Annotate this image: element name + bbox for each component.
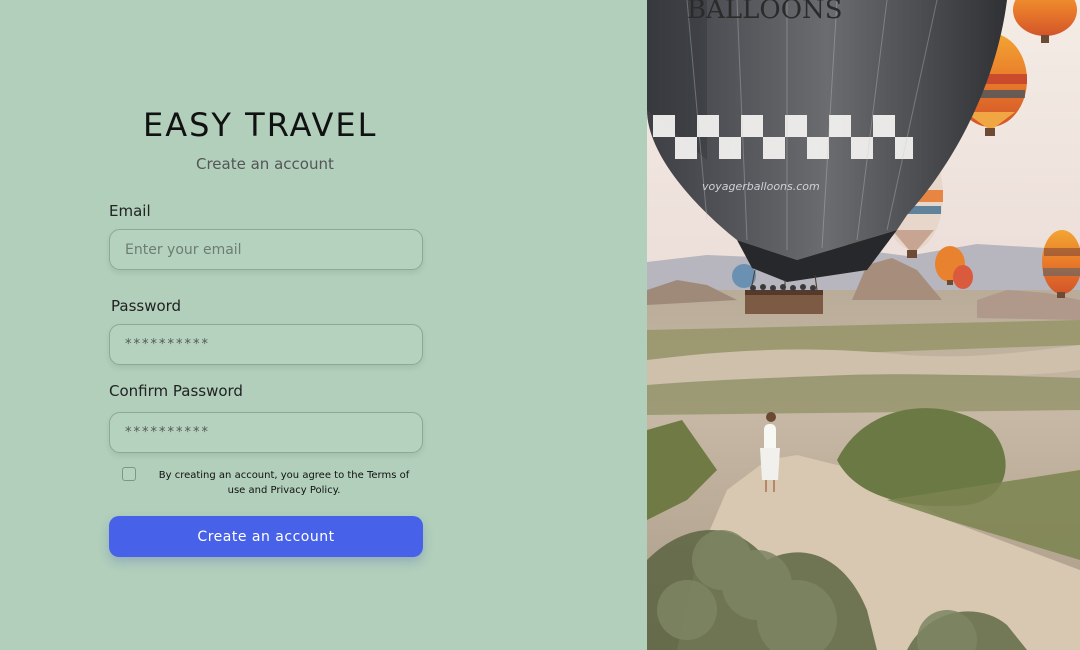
terms-checkbox[interactable] xyxy=(122,467,136,481)
terms-text: By creating an account, you agree to the… xyxy=(158,470,410,496)
email-field-wrapper xyxy=(109,229,423,270)
brand-title: EASY TRAVEL xyxy=(143,106,378,144)
balloon-url-text: voyagerballoons.com xyxy=(702,180,820,193)
balloon-brand-text: BALLOONS xyxy=(687,0,843,25)
email-label: Email xyxy=(109,202,151,220)
hero-image: BALLOONS voyagerballoons.com xyxy=(647,0,1080,650)
password-label: Password xyxy=(111,297,182,315)
signup-panel: EASY TRAVEL Create an account Email Pass… xyxy=(0,0,647,650)
hot-air-balloons-photo: BALLOONS voyagerballoons.com xyxy=(647,0,1080,650)
confirm-password-field[interactable] xyxy=(110,413,422,452)
create-account-button[interactable]: Create an account xyxy=(109,516,423,557)
confirm-password-field-wrapper xyxy=(109,412,423,453)
confirm-password-label: Confirm Password xyxy=(109,382,243,400)
password-field[interactable] xyxy=(110,325,422,364)
email-field[interactable] xyxy=(110,230,422,269)
page-subtitle: Create an account xyxy=(196,155,334,173)
password-field-wrapper xyxy=(109,324,423,365)
